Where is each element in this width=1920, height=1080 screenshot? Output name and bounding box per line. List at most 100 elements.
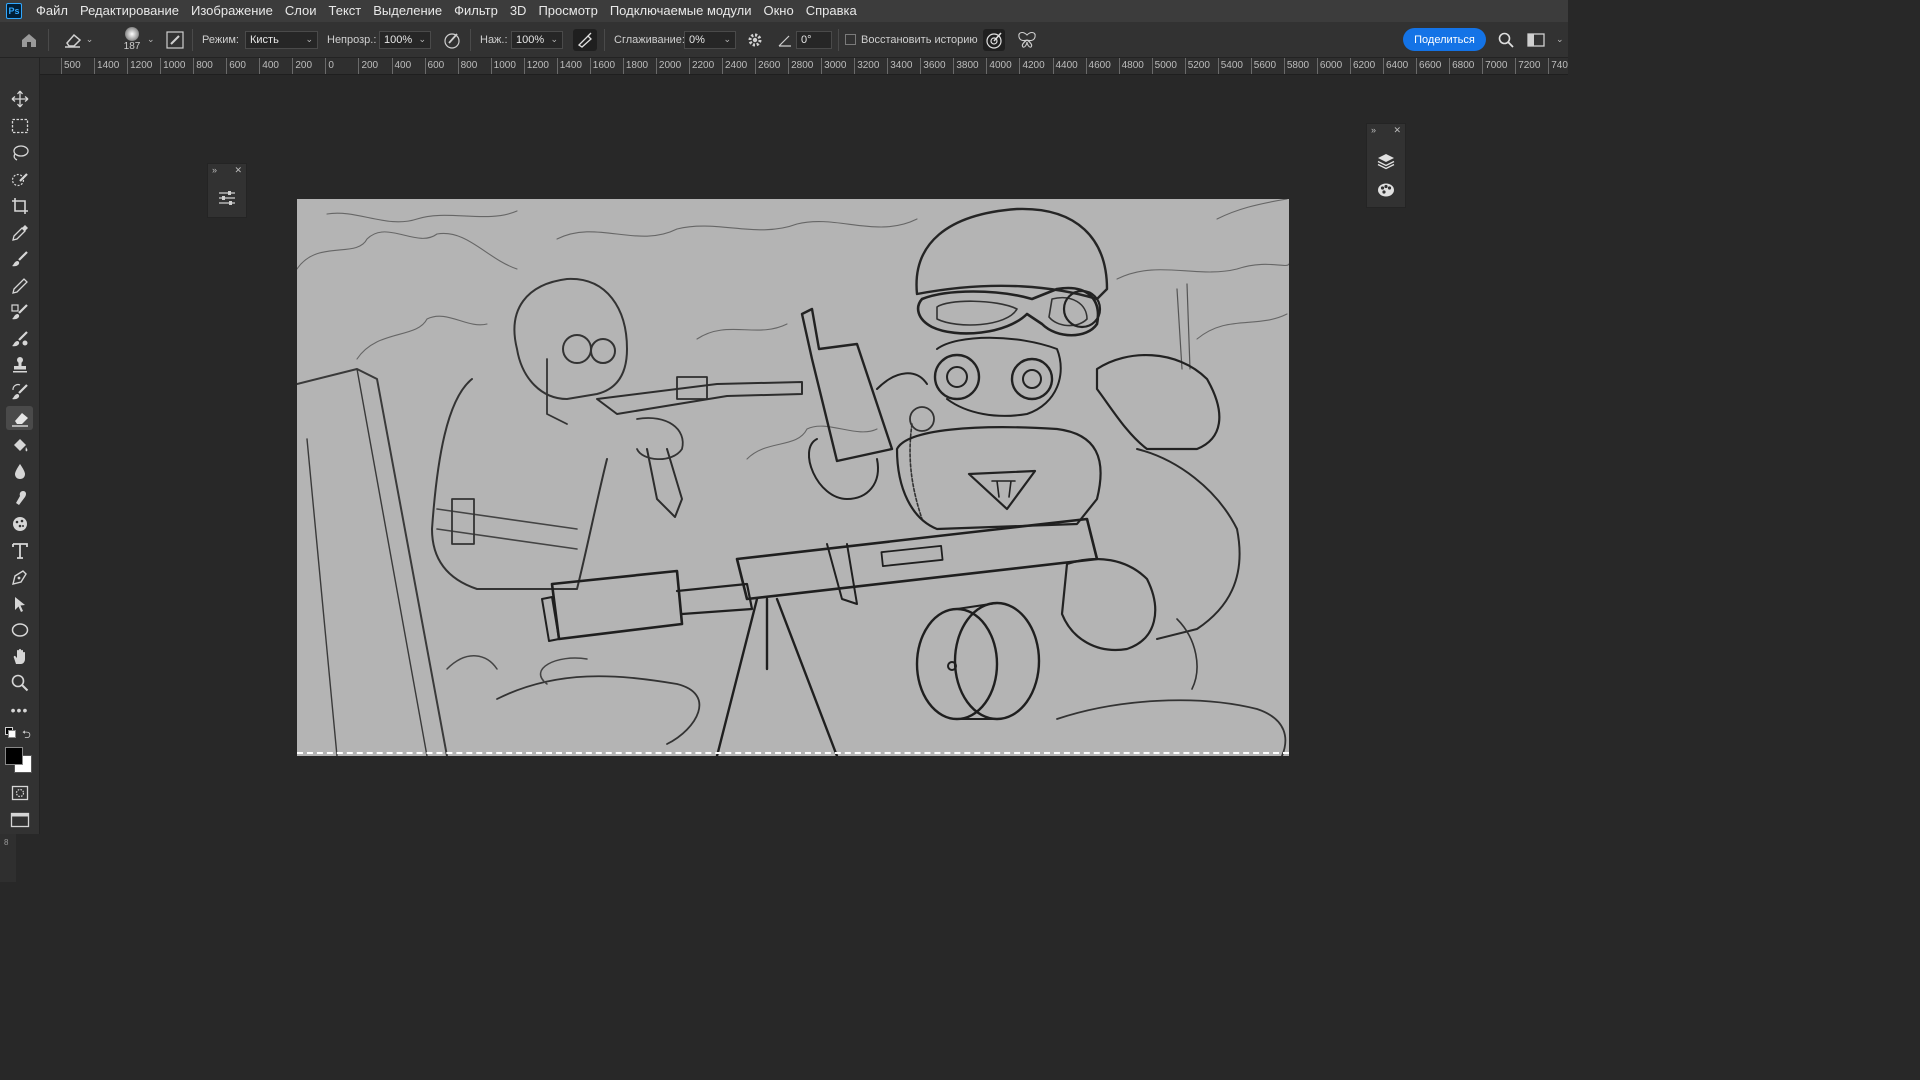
menu-plugins[interactable]: Подключаемые модули	[604, 0, 758, 22]
quick-selection-icon	[11, 173, 28, 187]
ruler-tick	[226, 58, 228, 74]
layers-button[interactable]	[1375, 150, 1397, 172]
ruler-label: 1400	[97, 60, 120, 71]
rectangular-marquee-icon	[11, 118, 28, 134]
chevron-down-icon[interactable]: ⌄	[144, 22, 155, 57]
swap-colors-icon[interactable]: ⮌	[22, 726, 31, 745]
tool-preset-picker[interactable]: ⌄	[60, 22, 96, 57]
ruler-label: 2000	[658, 60, 682, 71]
share-button[interactable]: Поделиться	[1403, 28, 1486, 51]
smudge-tool[interactable]	[6, 486, 33, 510]
ruler-tick	[1019, 58, 1021, 74]
channels-button[interactable]	[1375, 179, 1397, 201]
ruler-label: 800	[196, 60, 213, 71]
ruler-label: 6200	[1352, 60, 1376, 71]
smoothing-field[interactable]: 0% ⌄	[684, 22, 736, 57]
menu-file[interactable]: Файл	[30, 0, 74, 22]
opacity-pressure-icon[interactable]	[441, 22, 463, 57]
ruler-tick	[1416, 58, 1418, 74]
symmetry-butterfly-icon[interactable]	[1015, 22, 1039, 57]
menu-help[interactable]: Справка	[800, 0, 863, 22]
menu-layers[interactable]: Слои	[279, 0, 323, 22]
chevron-down-icon: ⌄	[550, 34, 558, 44]
history-brush-tool[interactable]	[6, 380, 33, 404]
crop-tool[interactable]	[6, 194, 33, 218]
more-tools[interactable]: •••	[6, 698, 33, 722]
screen-mode-button[interactable]	[6, 808, 33, 832]
vertical-ruler[interactable]: 8	[0, 834, 16, 882]
tools-panel: ••• ⮌	[0, 58, 40, 834]
history-brush-icon	[11, 383, 28, 400]
pressure-field[interactable]: 100% ⌄	[511, 22, 563, 57]
mixer-brush-tool[interactable]	[6, 327, 33, 351]
ellipse-tool[interactable]	[6, 618, 33, 642]
pencil-tool[interactable]	[6, 274, 33, 298]
horizontal-ruler[interactable]: 500 1400 1200 1000 800 600 400 200 0 200 400 600 800…	[40, 58, 1568, 75]
quick-mask-button[interactable]	[6, 781, 33, 805]
angle-field[interactable]: 0°	[796, 22, 832, 57]
move-tool[interactable]	[6, 87, 33, 111]
pen-tool[interactable]	[6, 565, 33, 589]
menu-view[interactable]: Просмотр	[532, 0, 603, 22]
expand-panel-icon[interactable]: »	[212, 165, 217, 175]
foreground-color-swatch[interactable]	[5, 747, 23, 765]
paint-bucket-tool[interactable]	[6, 433, 33, 457]
ruler-label: 6400	[1386, 60, 1409, 71]
expand-panel-icon[interactable]: »	[1371, 125, 1376, 135]
menu-image[interactable]: Изображение	[185, 0, 279, 22]
mode-dropdown[interactable]: Кисть ⌄	[245, 22, 318, 57]
ruler-tick	[391, 58, 393, 74]
workspace-icon[interactable]	[1526, 22, 1546, 57]
ruler-label: 3800	[956, 60, 979, 71]
checkbox-icon	[845, 34, 856, 45]
ruler-tick	[722, 58, 723, 74]
ruler-tick	[1085, 58, 1087, 74]
menu-3d[interactable]: 3D	[504, 0, 533, 22]
channels-icon	[1378, 183, 1394, 197]
eraser-tool[interactable]	[6, 406, 33, 430]
chevron-down-icon[interactable]: ⌄	[1553, 22, 1564, 57]
zoom-tool[interactable]	[6, 671, 33, 695]
healing-brush-tool[interactable]	[6, 300, 33, 324]
path-selection-tool[interactable]	[6, 592, 33, 616]
ruler-tick	[688, 58, 690, 74]
eyedropper-tool[interactable]	[6, 221, 33, 245]
brush-settings-panel-icon[interactable]	[164, 22, 186, 57]
blur-tool[interactable]	[6, 459, 33, 483]
lasso-tool[interactable]	[6, 141, 33, 165]
home-icon[interactable]	[18, 22, 40, 57]
default-colors-icon[interactable]	[5, 727, 16, 738]
ruler-tick	[160, 58, 162, 74]
document-canvas[interactable]	[297, 199, 1289, 756]
paint-bucket-icon	[13, 439, 27, 452]
brush-tool[interactable]	[6, 247, 33, 271]
close-icon[interactable]: ✕	[1393, 125, 1401, 136]
gear-icon[interactable]	[745, 22, 765, 57]
hand-tool[interactable]	[6, 645, 33, 669]
airbrush-icon[interactable]	[572, 22, 598, 57]
menu-bar: Ps Файл Редактирование Изображение Слои …	[0, 0, 1568, 22]
search-icon[interactable]	[1496, 22, 1516, 57]
smudge-icon	[15, 491, 26, 505]
clone-stamp-tool[interactable]	[6, 353, 33, 377]
marquee-tool[interactable]	[6, 114, 33, 138]
sliders-icon	[219, 191, 235, 205]
pressure-label: Наж.:	[480, 33, 508, 46]
properties-button[interactable]	[215, 186, 239, 210]
menu-filter[interactable]: Фильтр	[448, 0, 504, 22]
restore-history-checkbox[interactable]: Восстановить историю	[845, 22, 978, 57]
menu-select[interactable]: Выделение	[367, 0, 448, 22]
blur-drop-icon	[14, 464, 25, 479]
sponge-tool[interactable]	[6, 512, 33, 536]
type-tool[interactable]	[6, 539, 33, 563]
menu-edit[interactable]: Редактирование	[74, 0, 185, 22]
layers-mini-panel: » ✕	[1366, 123, 1406, 208]
opacity-field[interactable]: 100% ⌄	[379, 22, 431, 57]
menu-window[interactable]: Окно	[757, 0, 799, 22]
ruler-tick	[986, 58, 988, 74]
quick-selection-tool[interactable]	[6, 168, 33, 192]
menu-type[interactable]: Текст	[323, 0, 368, 22]
pressure-size-icon[interactable]	[982, 22, 1006, 57]
ruler-label: 200	[361, 60, 379, 71]
close-icon[interactable]: ✕	[234, 165, 242, 176]
